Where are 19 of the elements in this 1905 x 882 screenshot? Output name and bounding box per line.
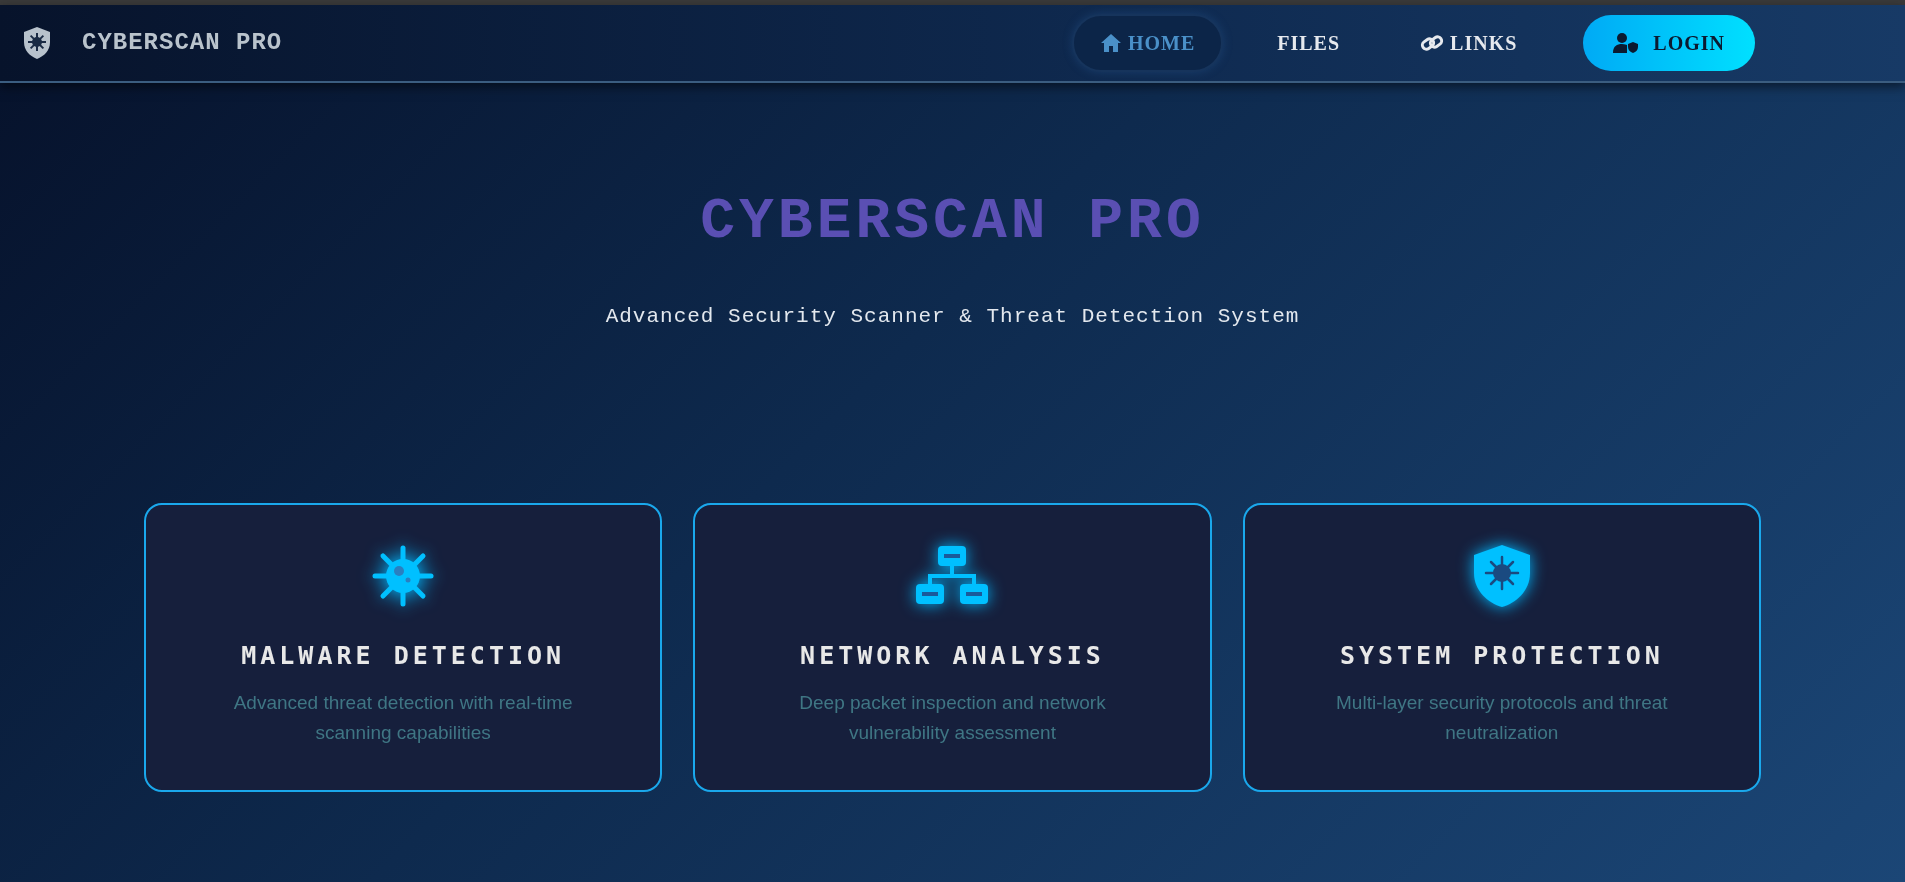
feature-description: Deep packet inspection and network vulnerability assessment [798, 691, 1107, 745]
feature-title: NETWORK ANALYSIS [800, 639, 1105, 672]
feature-description: Advanced threat detection with real-time scanning capabilities [232, 691, 574, 745]
feature-title: MALWARE DETECTION [241, 639, 566, 672]
hero-title: CYBERSCAN PRO [700, 193, 1205, 251]
login-button[interactable]: LOGIN [1583, 15, 1755, 71]
nav-link[interactable]: LINKS [1394, 14, 1544, 72]
hero-subtitle: Advanced Security Scanner & Threat Detection System [605, 304, 1300, 330]
nav-link[interactable]: HOME [1071, 14, 1224, 72]
feature-description: Multi-layer security protocols and threat neutralization [1335, 691, 1669, 745]
shield-logo-icon [22, 26, 52, 60]
brand-name: CYBERSCAN PRO [82, 28, 283, 58]
virus-icon [371, 543, 436, 608]
nav-link[interactable]: FILES [1251, 14, 1367, 72]
user-shield-icon [1613, 32, 1640, 54]
feature-title: SYSTEM PROTECTION [1339, 639, 1664, 672]
link-icon [1420, 33, 1445, 53]
shield-virus-icon [1471, 542, 1532, 609]
home-icon [1099, 33, 1122, 53]
